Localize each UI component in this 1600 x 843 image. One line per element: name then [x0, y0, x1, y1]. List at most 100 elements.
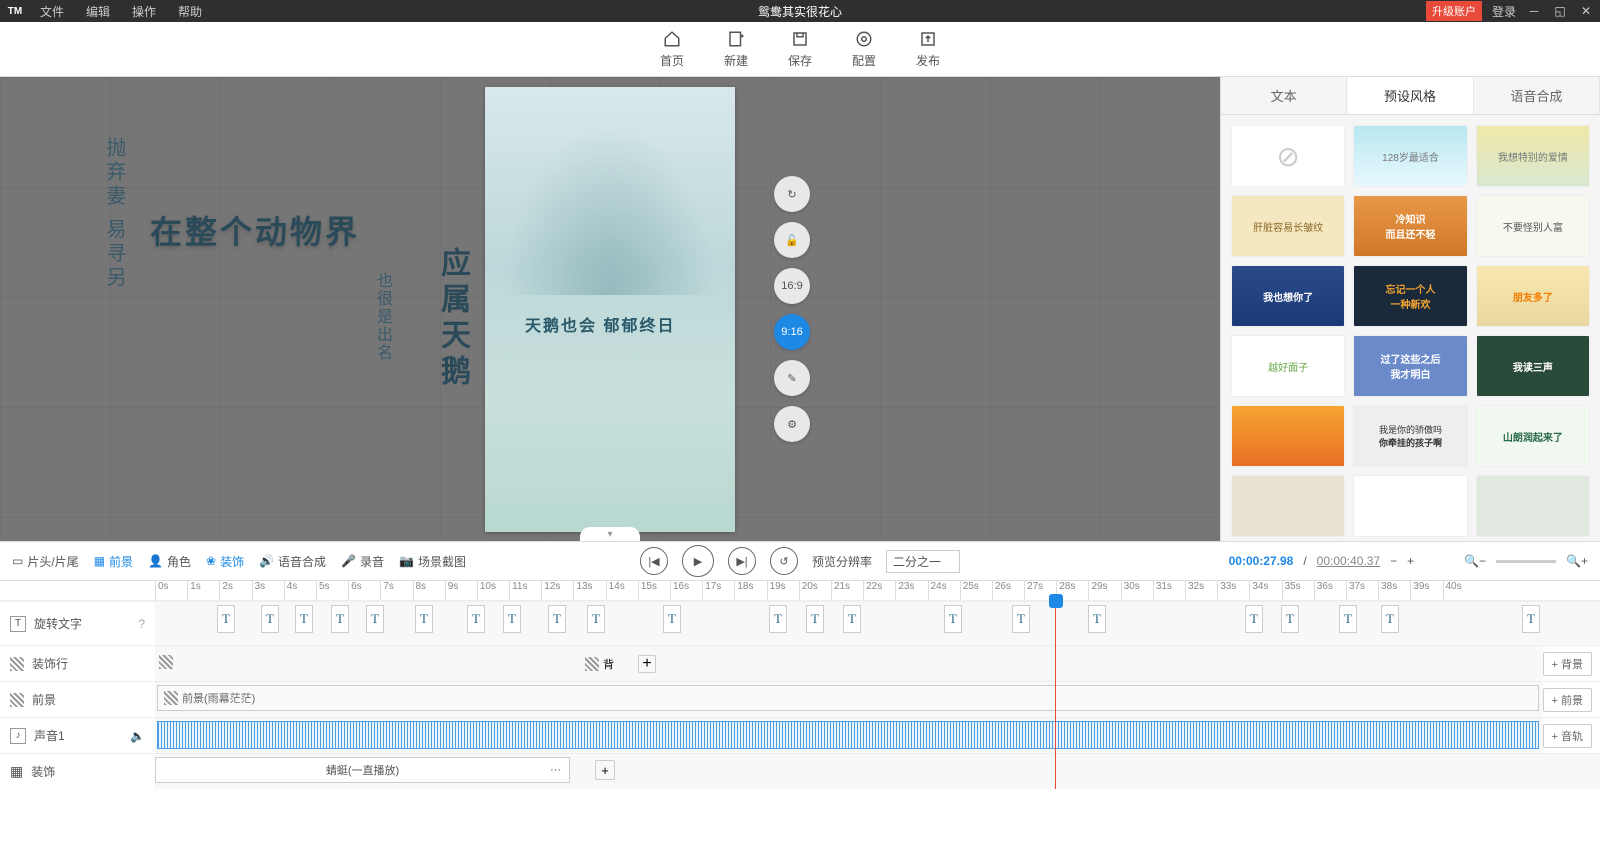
foreground-button[interactable]: ▦ 前景 — [94, 553, 133, 570]
tts-button[interactable]: 🔊 语音合成 — [259, 553, 326, 570]
preview-rate-select[interactable]: 二分之一 — [886, 550, 960, 573]
maximize-icon[interactable]: ◱ — [1552, 4, 1568, 18]
text-clip[interactable]: T — [587, 605, 605, 633]
audio-clip[interactable] — [157, 721, 1539, 749]
text-clip[interactable]: T — [1522, 605, 1540, 633]
text-clip[interactable]: T — [415, 605, 433, 633]
text-clip[interactable]: T — [663, 605, 681, 633]
menu-edit[interactable]: 编辑 — [76, 3, 120, 20]
loop-button[interactable]: ↺ — [770, 547, 798, 575]
ratio-9-16-button[interactable]: 9:16 — [774, 314, 810, 350]
total-time[interactable]: 00:00:40.37 — [1317, 554, 1380, 568]
preset-item[interactable] — [1231, 405, 1345, 467]
text-clip[interactable]: T — [843, 605, 861, 633]
text-clip[interactable]: T — [1381, 605, 1399, 633]
decor2-track-body[interactable]: 蜻蜓(一直播放)··· + — [155, 754, 1600, 789]
canvas[interactable]: 抛弃妻 易寻另 在整个动物界 也很是出名 应属天鹅 天鹅也会 郁郁终日 ↻ 🔓 … — [0, 77, 1220, 541]
preset-item[interactable]: 过了这些之后我才明白 — [1353, 335, 1467, 397]
publish-button[interactable]: 发布 — [916, 30, 940, 69]
add-decor2-button[interactable]: + — [595, 760, 615, 780]
speaker-icon[interactable]: 🔈 — [130, 729, 145, 743]
preset-item[interactable]: 朋友多了 — [1476, 265, 1590, 327]
preset-item[interactable] — [1476, 475, 1590, 537]
tool-rotate-icon[interactable]: ↻ — [774, 176, 810, 212]
text-clip[interactable]: T — [1339, 605, 1357, 633]
preset-item[interactable]: 肝脏容易长皱纹 — [1231, 195, 1345, 257]
add-decor-button[interactable]: + — [638, 655, 656, 673]
text-clip[interactable]: T — [1281, 605, 1299, 633]
text-clip[interactable]: T — [295, 605, 313, 633]
text-clip[interactable]: T — [806, 605, 824, 633]
collapse-canvas-icon[interactable]: ▾ — [580, 527, 640, 541]
tab-preset[interactable]: 预设风格 — [1347, 77, 1473, 114]
text-clip[interactable]: T — [331, 605, 349, 633]
preset-item[interactable] — [1353, 475, 1467, 537]
add-fg-button[interactable]: + 前景 — [1543, 688, 1592, 712]
timeline-ruler[interactable]: 0s1s2s3s4s5s6s7s8s9s10s11s12s13s14s15s16… — [0, 581, 1600, 601]
preset-item[interactable]: 山朗润起来了 — [1476, 405, 1590, 467]
config-button[interactable]: 配置 — [852, 30, 876, 69]
decor-clip-marker[interactable] — [159, 655, 173, 669]
zoom-out-icon[interactable]: 🔍− — [1464, 554, 1486, 568]
save-button[interactable]: 保存 — [788, 30, 812, 69]
fg-track-body[interactable]: 前景(雨幕茫茫) — [155, 682, 1543, 717]
preset-item[interactable]: 我想特别的爱情 — [1476, 125, 1590, 187]
decor-track-body[interactable]: 背+ — [155, 646, 1543, 681]
preset-item[interactable]: 我也想你了 — [1231, 265, 1345, 327]
menu-action[interactable]: 操作 — [122, 3, 166, 20]
text-clip[interactable]: T — [1088, 605, 1106, 633]
login-button[interactable]: 登录 — [1492, 3, 1516, 20]
text-clip[interactable]: T — [261, 605, 279, 633]
zoom-in-time-icon[interactable]: + — [1407, 554, 1414, 568]
add-audio-button[interactable]: + 音轨 — [1543, 724, 1592, 748]
zoom-in-icon[interactable]: 🔍+ — [1566, 554, 1588, 568]
preset-item[interactable]: 我读三声 — [1476, 335, 1590, 397]
ratio-16-9-button[interactable]: 16:9 — [774, 268, 810, 304]
playhead[interactable] — [1055, 601, 1056, 789]
menu-help[interactable]: 帮助 — [168, 3, 212, 20]
fg-clip[interactable]: 前景(雨幕茫茫) — [157, 685, 1539, 711]
text-clip[interactable]: T — [548, 605, 566, 633]
add-bg-button[interactable]: + 背景 — [1543, 652, 1592, 676]
preset-item[interactable]: 忘记一个人一种新欢 — [1353, 265, 1467, 327]
clip-more-icon[interactable]: ··· — [550, 764, 561, 776]
zoom-slider[interactable] — [1496, 560, 1556, 563]
next-button[interactable]: ▶| — [728, 547, 756, 575]
preset-item[interactable]: 我是你的骄傲吗你牵挂的孩子啊 — [1353, 405, 1467, 467]
rotate-track-body[interactable]: TTTTTTTTTTTTTTTTTTTTTT — [155, 602, 1600, 645]
upgrade-button[interactable]: 升级账户 — [1426, 1, 1482, 21]
text-clip[interactable]: T — [944, 605, 962, 633]
head-tail-button[interactable]: ▭ 片头/片尾 — [12, 553, 79, 570]
preset-item[interactable]: 冷知识而且还不轻 — [1353, 195, 1467, 257]
tool-edit-icon[interactable]: ✎ — [774, 360, 810, 396]
text-clip[interactable]: T — [366, 605, 384, 633]
preset-item[interactable]: 128岁最适合 — [1353, 125, 1467, 187]
tab-tts[interactable]: 语音合成 — [1474, 77, 1600, 114]
preset-item[interactable]: ⊘ — [1231, 125, 1345, 187]
help-icon[interactable]: ? — [138, 617, 145, 631]
text-clip[interactable]: T — [769, 605, 787, 633]
minimize-icon[interactable]: ─ — [1526, 4, 1542, 18]
new-button[interactable]: 新建 — [724, 30, 748, 69]
play-button[interactable]: ▶ — [682, 545, 714, 577]
text-clip[interactable]: T — [467, 605, 485, 633]
zoom-out-time-icon[interactable]: − — [1390, 554, 1397, 568]
preset-item[interactable] — [1231, 475, 1345, 537]
audio-track-body[interactable] — [155, 718, 1543, 753]
phone-frame[interactable]: 天鹅也会 郁郁终日 — [485, 87, 735, 532]
prev-button[interactable]: |◀ — [640, 547, 668, 575]
text-clip[interactable]: T — [217, 605, 235, 633]
screenshot-button[interactable]: 📷 场景截图 — [399, 553, 466, 570]
close-icon[interactable]: ✕ — [1578, 4, 1594, 18]
decor2-clip[interactable]: 蜻蜓(一直播放)··· — [155, 757, 570, 783]
decor-bg-clip[interactable]: 背 — [603, 656, 614, 672]
preset-item[interactable]: 不要怪别人富 — [1476, 195, 1590, 257]
text-clip[interactable]: T — [503, 605, 521, 633]
decor-button[interactable]: ❀ 装饰 — [206, 553, 244, 570]
tool-settings-icon[interactable]: ⚙ — [774, 406, 810, 442]
menu-file[interactable]: 文件 — [30, 3, 74, 20]
home-button[interactable]: 首页 — [660, 30, 684, 69]
preset-item[interactable]: 越好面子 — [1231, 335, 1345, 397]
text-clip[interactable]: T — [1012, 605, 1030, 633]
text-clip[interactable]: T — [1245, 605, 1263, 633]
